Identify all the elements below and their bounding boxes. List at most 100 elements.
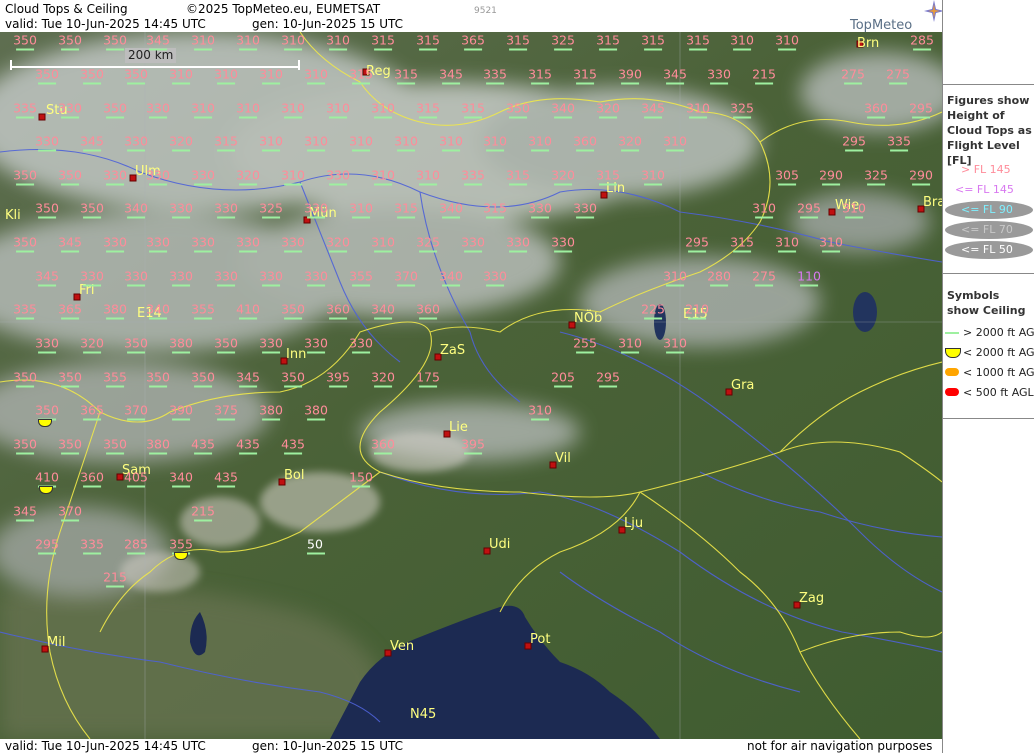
cloud-top-value: 330 [146,100,170,116]
city-label: Bra [923,195,942,210]
cloud-top-value: 350 [506,100,530,116]
city-label: Gra [731,378,755,393]
cloud-top-label: 285 [910,33,934,51]
ceiling-line-mark [82,418,101,421]
cloud-top-label: 330 [483,269,507,287]
cloud-top-label: 345 [641,101,665,119]
ceiling-line-mark [60,250,79,253]
cloud-top-label: 435 [236,437,260,455]
cloud-top-value: 350 [103,436,127,452]
cloud-top-label: 320 [551,168,575,186]
cloud-top-value: 310 [819,234,843,250]
cloud-top-label: 380 [304,403,328,421]
cloud-top-value: 365 [58,301,82,317]
cloud-top-label: 390 [618,67,642,85]
ceiling-line-mark [82,284,101,287]
copyright: ©2025 TopMeteo.eu, EUMETSAT [186,2,381,16]
cloud-top-value: 315 [349,66,373,82]
ceiling-line-mark [105,183,124,186]
ceiling-line-mark [328,250,347,253]
cloud-top-value: 395 [326,369,350,385]
ceiling-line-mark [866,116,885,119]
cloud-top-label: 350 [58,168,82,186]
ceiling-line-mark [687,317,706,320]
cloud-top-value: 320 [596,100,620,116]
ceiling-line-mark [575,149,594,152]
ceiling-line-mark [665,149,684,152]
satellite-map[interactable]: 200 km Brn Reg Stu Ulm Lin Wie Bra Kli Mün Fri E14… [0,32,942,739]
cloud-top-value: 330 [236,234,260,250]
ceiling-line-mark [105,116,124,119]
ceiling-line-mark [328,48,347,51]
cloud-top-label: 330 [573,201,597,219]
cloud-top-label: 315 [730,235,754,253]
ceiling-line-mark [60,452,79,455]
ceiling-line-mark [193,183,212,186]
city-label: Bol [284,468,305,483]
ceiling-line-mark [216,82,235,85]
ceiling-line-mark [351,351,370,354]
ceiling-line-mark [60,317,79,320]
ceiling-line-mark [306,216,325,219]
ceiling-line-mark [396,149,415,152]
cloud-top-value: 410 [35,469,59,485]
cloud-top-value: 310 [641,167,665,183]
cloud-top-label: 345 [439,67,463,85]
cloud-top-value: 330 [191,167,215,183]
ceiling-line-mark [754,216,773,219]
ceiling-line-mark [328,385,347,388]
ceiling-line-mark [396,284,415,287]
ceiling-line-mark [15,116,34,119]
cloud-top-value: 310 [281,167,305,183]
ceiling-line-mark [553,385,572,388]
legend-ceiling-item: < 1000 ft AGL [963,366,1034,379]
cloud-top-label: 350 [13,33,37,51]
ceiling-line-mark [620,82,639,85]
cloud-top-label: 410 [236,302,260,320]
cloud-top-value: 375 [214,402,238,418]
ceiling-line-mark [441,216,460,219]
cloud-top-value: 325 [730,100,754,116]
cloud-top-value: 380 [146,436,170,452]
cloud-top-value: 340 [371,301,395,317]
legend-tops-item: <= FL 145 [955,183,1014,196]
cloud-top-value: 330 [304,200,328,216]
cloud-top-label: 370 [394,269,418,287]
ceiling-line-mark [643,183,662,186]
ceiling-line-mark [463,183,482,186]
ceiling-line-mark [148,183,167,186]
cloud-top-label: 360 [573,134,597,152]
cloud-top-label: 330 [146,168,170,186]
cloud-top-value: 310 [663,133,687,149]
cloud-top-value: 395 [461,436,485,452]
ceiling-line-mark [82,149,101,152]
cloud-top-value: 330 [551,234,575,250]
cloud-top-value: 295 [909,100,933,116]
city-label: Pot [530,632,551,647]
ceiling-line-mark [441,149,460,152]
cloud-top-value: 310 [686,100,710,116]
ceiling-line-mark [148,317,167,320]
ceiling-line-mark [620,351,639,354]
ceiling-line-mark [216,351,235,354]
cloud-top-value: 345 [236,369,260,385]
ceiling-line-mark [306,149,325,152]
cloud-top-value: 315 [483,200,507,216]
cloud-top-value: 355 [191,301,215,317]
ceiling-line-mark [418,250,437,253]
cloud-top-value: 330 [146,234,170,250]
ceiling-line-mark [508,250,527,253]
ceiling-line-mark [193,250,212,253]
ceiling-line-mark [598,385,617,388]
ceiling-line-mark [732,250,751,253]
ceiling-line-mark [530,216,549,219]
cloud-top-value: 340 [439,200,463,216]
cloud-top-label: 350 [58,437,82,455]
cloud-top-value: 310 [752,200,776,216]
cloud-top-value: 350 [35,66,59,82]
scale-tick-right [298,60,300,70]
cloud-top-value: 330 [80,268,104,284]
ceiling-line-mark [307,552,325,555]
cloud-top-label: 315 [394,201,418,219]
ceiling-line-mark [283,48,302,51]
